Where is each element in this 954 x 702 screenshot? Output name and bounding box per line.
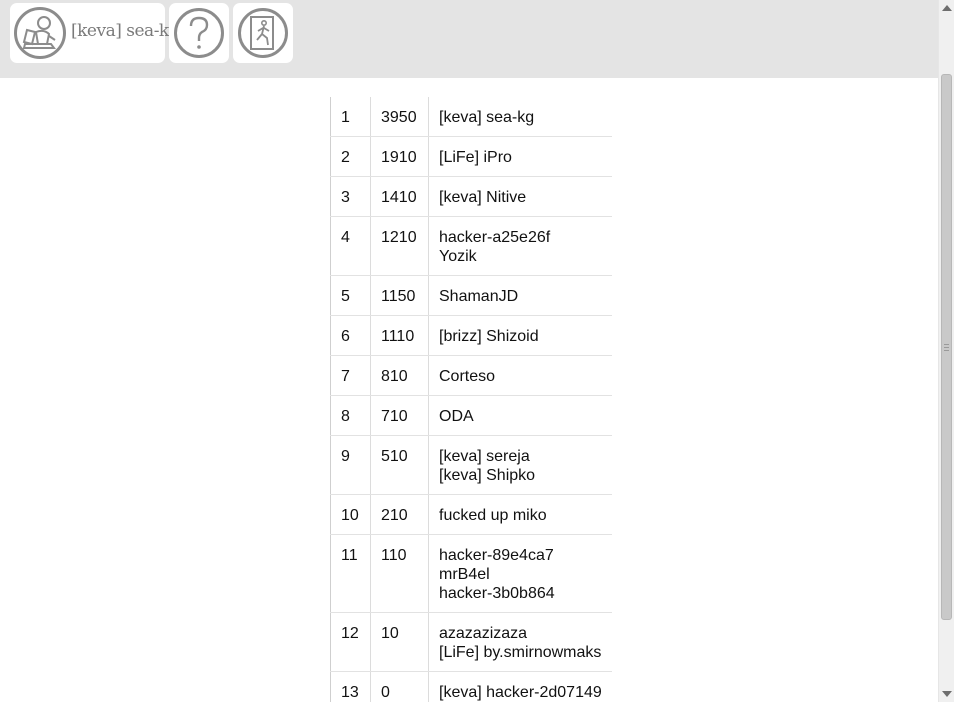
vertical-scrollbar[interactable] (938, 0, 954, 702)
points-cell: 210 (370, 494, 429, 535)
team-names-cell: hacker-89e4ca7 mrB4el hacker-3b0b864 (428, 534, 612, 613)
team-names-cell: azazazizaza [LiFe] by.smirnowmaks (428, 612, 612, 672)
points-cell: 1110 (370, 315, 429, 356)
help-button[interactable] (169, 3, 229, 63)
top-bar: [keva] sea-kg (0, 0, 938, 78)
team-names-cell: [keva] hacker-2d07149 (428, 671, 612, 702)
team-name: [keva] Shipko (439, 467, 536, 484)
table-row: 7 810 Corteso (330, 355, 612, 396)
team-name: [keva] sereja (439, 448, 530, 465)
table-row: 5 1150 ShamanJD (330, 275, 612, 316)
scroll-down-arrow-icon[interactable] (942, 691, 952, 697)
rank-cell: 6 (330, 315, 371, 356)
points-cell: 810 (370, 355, 429, 396)
points-cell: 710 (370, 395, 429, 436)
team-name: ShamanJD (439, 288, 519, 305)
team-names-cell: ODA (428, 395, 612, 436)
team-name: [LiFe] iPro (439, 149, 512, 166)
team-name: [keva] Nitive (439, 189, 527, 206)
rank-cell: 12 (330, 612, 371, 672)
points-cell: 510 (370, 435, 429, 495)
points-cell: 10 (370, 612, 429, 672)
exit-door-icon (238, 8, 288, 58)
team-names-cell: [brizz] Shizoid (428, 315, 612, 356)
rank-cell: 3 (330, 176, 371, 217)
rank-cell: 9 (330, 435, 371, 495)
table-row: 11 110 hacker-89e4ca7 mrB4el hacker-3b0b864 (330, 534, 612, 613)
rank-cell: 1 (330, 97, 371, 137)
team-name: azazazizaza (439, 625, 528, 642)
team-names-cell: Corteso (428, 355, 612, 396)
team-name: hacker-89e4ca7 (439, 547, 554, 564)
table-row: 6 1110 [brizz] Shizoid (330, 315, 612, 356)
table-row: 3 1410 [keva] Nitive (330, 176, 612, 217)
rank-cell: 5 (330, 275, 371, 316)
points-cell: 110 (370, 534, 429, 613)
user-profile-button[interactable]: [keva] sea-kg (10, 3, 180, 63)
team-name: hacker-3b0b864 (439, 585, 555, 602)
table-row: 2 1910 [LiFe] iPro (330, 136, 612, 177)
points-cell: 1410 (370, 176, 429, 217)
rank-cell: 13 (330, 671, 371, 702)
team-name: Yozik (439, 248, 477, 265)
team-names-cell: hacker-a25e26f Yozik (428, 216, 612, 276)
rank-cell: 2 (330, 136, 371, 177)
rank-cell: 4 (330, 216, 371, 276)
user-at-computer-icon (14, 7, 66, 59)
main-content: 1 3950 [keva] sea-kg 2 1910 [LiFe] iPro 3 1410[… (0, 78, 938, 702)
table-row: 13 0 [keva] hacker-2d07149 (330, 671, 612, 702)
table-row: 4 1210 hacker-a25e26f Yozik (330, 216, 612, 276)
rank-cell: 8 (330, 395, 371, 436)
team-names-cell: fucked up miko (428, 494, 612, 535)
question-mark-icon (174, 8, 224, 58)
team-name: Corteso (439, 368, 496, 385)
exit-button[interactable] (233, 3, 293, 63)
user-name: [keva] sea-kg (71, 21, 180, 41)
rank-cell: 11 (330, 534, 371, 613)
team-names-cell: [LiFe] iPro (428, 136, 612, 177)
team-name: ODA (439, 408, 474, 425)
points-cell: 1210 (370, 216, 429, 276)
team-names-cell: [keva] Nitive (428, 176, 612, 217)
points-cell: 3950 (370, 97, 429, 137)
team-name: [keva] hacker-2d07149 (439, 684, 602, 701)
rank-cell: 10 (330, 494, 371, 535)
table-row: 10 210 fucked up miko (330, 494, 612, 535)
scroll-up-arrow-icon[interactable] (942, 5, 952, 11)
team-name: fucked up miko (439, 507, 547, 524)
team-name: [keva] sea-kg (439, 109, 535, 126)
rank-cell: 7 (330, 355, 371, 396)
table-row: 9 510 [keva] sereja [keva] Shipko (330, 435, 612, 495)
team-names-cell: ShamanJD (428, 275, 612, 316)
team-names-cell: [keva] sea-kg (428, 97, 612, 137)
points-cell: 1910 (370, 136, 429, 177)
team-name: hacker-a25e26f (439, 229, 551, 246)
scoreboard-table: 1 3950 [keva] sea-kg 2 1910 [LiFe] iPro 3 1410[… (330, 97, 612, 702)
scrollbar-thumb[interactable] (941, 74, 952, 620)
table-row: 1 3950 [keva] sea-kg (330, 97, 612, 137)
points-cell: 0 (370, 671, 429, 702)
points-cell: 1150 (370, 275, 429, 316)
team-name: [brizz] Shizoid (439, 328, 539, 345)
team-names-cell: [keva] sereja [keva] Shipko (428, 435, 612, 495)
table-row: 12 10 azazazizaza [LiFe] by.smirnowmaks (330, 612, 612, 672)
table-row: 8 710 ODA (330, 395, 612, 436)
team-name: mrB4el (439, 566, 490, 583)
team-name: [LiFe] by.smirnowmaks (439, 644, 602, 661)
